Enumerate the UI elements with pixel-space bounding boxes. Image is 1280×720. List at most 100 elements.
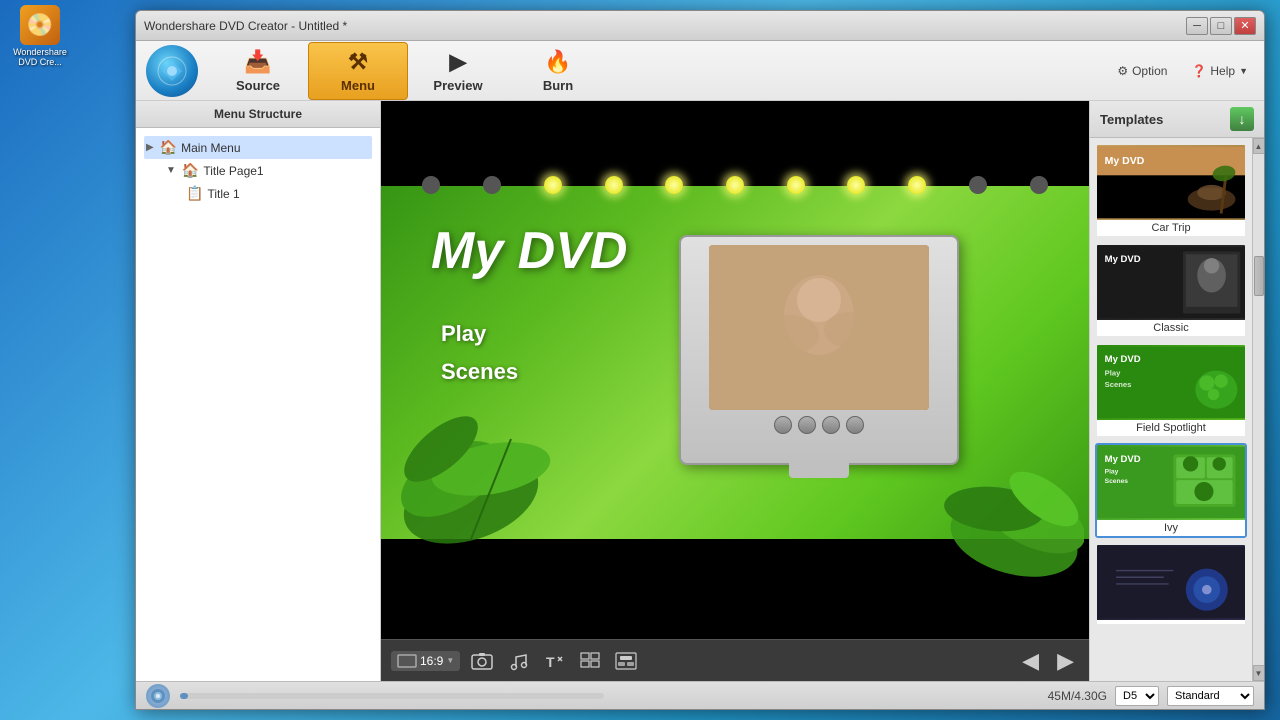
svg-text:T: T xyxy=(546,654,555,670)
svg-text:My DVD: My DVD xyxy=(1105,254,1141,265)
monitor-btn-1 xyxy=(774,416,792,434)
layout-icon xyxy=(615,652,637,670)
template-unknown-thumb xyxy=(1097,545,1245,620)
music-button[interactable] xyxy=(504,647,532,675)
nav-back-button[interactable]: ◀ xyxy=(1017,648,1044,674)
svg-text:Play: Play xyxy=(1105,368,1121,377)
camera-icon xyxy=(471,652,493,670)
template-classic[interactable]: My DVD Classic xyxy=(1095,243,1247,338)
menu-play[interactable]: Play xyxy=(441,321,518,347)
status-icon xyxy=(146,684,170,708)
aspect-ratio-selector[interactable]: 16:9 ▼ xyxy=(391,651,460,671)
burn-button[interactable]: 🔥 Burn xyxy=(508,43,608,99)
template-ivy[interactable]: My DVD Play Scenes xyxy=(1095,443,1247,538)
preview-toolbar: 16:9 ▼ xyxy=(381,639,1089,681)
templates-download-button[interactable]: ↓ xyxy=(1230,107,1254,131)
svg-text:Scenes: Scenes xyxy=(1105,478,1129,485)
main-menu-label: Main Menu xyxy=(181,141,240,155)
source-label: Source xyxy=(236,78,280,93)
screen-icon xyxy=(397,654,417,668)
tree-expand-icon: ▶ xyxy=(146,142,154,153)
svg-text:My DVD: My DVD xyxy=(1105,354,1141,365)
help-button[interactable]: ❓ Help ▼ xyxy=(1185,61,1254,81)
option-label: Option xyxy=(1132,64,1167,78)
text-button[interactable]: T xyxy=(540,647,568,675)
menu-scenes[interactable]: Scenes xyxy=(441,359,518,385)
template-ivy-name: Ivy xyxy=(1097,520,1245,536)
center-panel: My DVD Play Scenes xyxy=(381,101,1089,681)
download-icon: ↓ xyxy=(1239,111,1246,127)
template-unknown[interactable] xyxy=(1095,543,1247,626)
svg-text:Play: Play xyxy=(1105,468,1119,475)
help-label: Help xyxy=(1210,64,1235,78)
scroll-track xyxy=(1253,154,1265,665)
stage-light-3 xyxy=(544,176,562,194)
minimize-button[interactable]: ─ xyxy=(1186,17,1208,35)
left-panel: Menu Structure ▶ 🏠 Main Menu ▼ 🏠 Title P… xyxy=(136,101,381,681)
aspect-dropdown-icon: ▼ xyxy=(446,656,454,665)
templates-scrollbar: ▲ ▼ xyxy=(1252,138,1264,681)
tree-item-main-menu[interactable]: ▶ 🏠 Main Menu xyxy=(144,136,372,159)
tree-item-title-page1[interactable]: ▼ 🏠 Title Page1 xyxy=(164,159,372,182)
title-page-icon: 🏠 xyxy=(182,162,199,179)
preview-icon: ▶ xyxy=(450,49,467,75)
grid-icon xyxy=(580,652,600,670)
template-field-spotlight[interactable]: My DVD Play Scenes Field Spotlight xyxy=(1095,343,1247,438)
music-icon xyxy=(508,651,528,671)
tree-expand-icon-2: ▼ xyxy=(166,165,176,176)
monitor-btn-3 xyxy=(822,416,840,434)
menu-label: Menu xyxy=(341,78,375,93)
source-button[interactable]: 📥 Source xyxy=(208,43,308,99)
window-controls: ─ □ ✕ xyxy=(1186,17,1256,35)
burn-icon: 🔥 xyxy=(544,49,571,75)
source-icon: 📥 xyxy=(244,49,271,75)
stage-light-11 xyxy=(1030,176,1048,194)
scroll-thumb[interactable] xyxy=(1254,256,1264,296)
main-content: Menu Structure ▶ 🏠 Main Menu ▼ 🏠 Title P… xyxy=(136,101,1264,681)
template-ivy-thumb: My DVD Play Scenes xyxy=(1097,445,1245,520)
toolbar: 📥 Source ⚒ Menu ▶ Preview 🔥 Burn ⚙ Optio… xyxy=(136,41,1264,101)
template-car-trip[interactable]: My DVD Car Trip xyxy=(1095,143,1247,238)
app-window: Wondershare DVD Creator - Untitled * ─ □… xyxy=(135,10,1265,710)
dvd-menu: My DVD Play Scenes xyxy=(381,101,1089,639)
maximize-button[interactable]: □ xyxy=(1210,17,1232,35)
monitor-btn-2 xyxy=(798,416,816,434)
template-classic-name: Classic xyxy=(1097,320,1245,336)
option-button[interactable]: ⚙ Option xyxy=(1111,61,1173,81)
layout-button[interactable] xyxy=(612,647,640,675)
monitor-screen xyxy=(709,245,929,410)
desktop-icon-wondershare[interactable]: 📀 Wondershare DVD Cre... xyxy=(5,5,75,67)
scroll-up-button[interactable]: ▲ xyxy=(1253,138,1265,154)
help-dropdown-icon: ▼ xyxy=(1239,66,1248,76)
monitor-base xyxy=(789,463,849,478)
monitor-btn-4 xyxy=(846,416,864,434)
nav-forward-button[interactable]: ▶ xyxy=(1052,648,1079,674)
screen-capture-button[interactable] xyxy=(468,647,496,675)
format-select[interactable]: Standard Widescreen Full HD xyxy=(1167,686,1254,706)
grid-button[interactable] xyxy=(576,647,604,675)
preview-label: Preview xyxy=(433,78,482,93)
disc-type-select[interactable]: D5 D9 BD xyxy=(1115,686,1159,706)
template-classic-thumb: My DVD xyxy=(1097,245,1245,320)
stage-light-2 xyxy=(483,176,501,194)
stage-light-9 xyxy=(908,176,926,194)
menu-button[interactable]: ⚒ Menu xyxy=(308,42,408,100)
stage-light-10 xyxy=(969,176,987,194)
scroll-down-button[interactable]: ▼ xyxy=(1253,665,1265,681)
title1-label: Title 1 xyxy=(207,187,239,201)
preview-area: My DVD Play Scenes xyxy=(381,101,1089,639)
right-panel: Templates ↓ My DVD xyxy=(1089,101,1264,681)
templates-header: Templates ↓ xyxy=(1090,101,1264,138)
tree-view: ▶ 🏠 Main Menu ▼ 🏠 Title Page1 📋 xyxy=(136,128,380,681)
text-icon: T xyxy=(544,651,564,671)
preview-button[interactable]: ▶ Preview xyxy=(408,43,508,99)
title-bar: Wondershare DVD Creator - Untitled * ─ □… xyxy=(136,11,1264,41)
stage-light-8 xyxy=(847,176,865,194)
tree-item-title1[interactable]: 📋 Title 1 xyxy=(184,182,372,205)
svg-text:My DVD: My DVD xyxy=(1105,454,1141,465)
close-button[interactable]: ✕ xyxy=(1234,17,1256,35)
option-gear-icon: ⚙ xyxy=(1117,64,1128,78)
stage-light-1 xyxy=(422,176,440,194)
screen-content xyxy=(709,245,929,410)
help-icon: ❓ xyxy=(1191,64,1206,78)
